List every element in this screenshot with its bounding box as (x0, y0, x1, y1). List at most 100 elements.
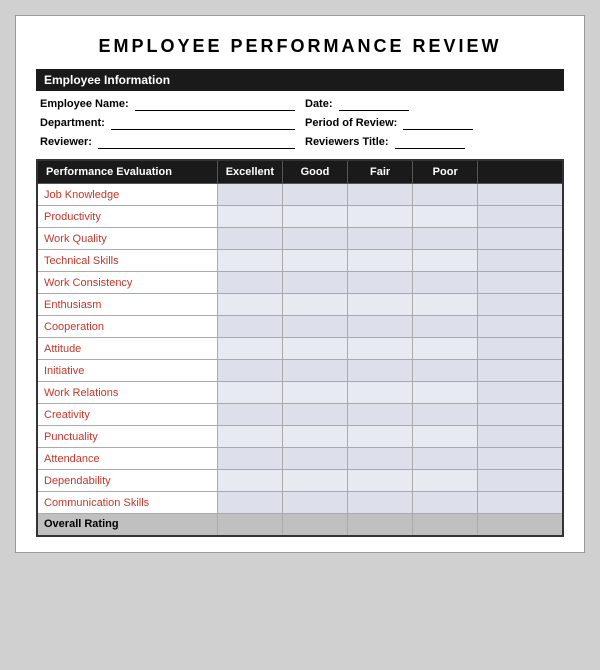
rating-cell[interactable] (348, 492, 413, 514)
reviewers-title-label: Reviewers Title: (305, 136, 389, 148)
overall-label: Overall Rating (37, 514, 217, 536)
rating-cell[interactable] (282, 404, 347, 426)
row-name-cell: Job Knowledge (37, 184, 217, 206)
rating-cell[interactable] (413, 404, 478, 426)
date-row: Date: (305, 97, 560, 111)
page: EMPLOYEE PERFORMANCE REVIEW Employee Inf… (15, 15, 585, 553)
rating-cell[interactable] (348, 448, 413, 470)
rating-cell[interactable] (348, 470, 413, 492)
period-label: Period of Review: (305, 117, 397, 129)
rating-cell[interactable] (282, 360, 347, 382)
extra-cell (478, 404, 563, 426)
row-name-cell: Work Consistency (37, 272, 217, 294)
rating-cell[interactable] (282, 448, 347, 470)
rating-cell[interactable] (282, 206, 347, 228)
extra-cell (478, 206, 563, 228)
reviewers-title-input[interactable] (395, 135, 465, 149)
extra-cell (478, 316, 563, 338)
rating-cell[interactable] (413, 382, 478, 404)
rating-cell[interactable] (217, 184, 282, 206)
overall-rating-cell[interactable] (348, 514, 413, 536)
rating-cell[interactable] (413, 470, 478, 492)
rating-cell[interactable] (282, 492, 347, 514)
table-row: Creativity (37, 404, 563, 426)
employee-name-input[interactable] (135, 97, 295, 111)
rating-cell[interactable] (217, 382, 282, 404)
rating-cell[interactable] (413, 184, 478, 206)
row-name-cell: Work Relations (37, 382, 217, 404)
rating-cell[interactable] (413, 294, 478, 316)
rating-cell[interactable] (217, 404, 282, 426)
rating-cell[interactable] (413, 360, 478, 382)
rating-cell[interactable] (217, 294, 282, 316)
rating-cell[interactable] (348, 382, 413, 404)
period-input[interactable] (403, 116, 473, 130)
rating-cell[interactable] (217, 338, 282, 360)
rating-cell[interactable] (217, 426, 282, 448)
row-name-cell: Attitude (37, 338, 217, 360)
rating-cell[interactable] (348, 360, 413, 382)
overall-extra-cell (478, 514, 563, 536)
rating-cell[interactable] (348, 206, 413, 228)
department-label: Department: (40, 117, 105, 129)
rating-cell[interactable] (217, 360, 282, 382)
rating-cell[interactable] (413, 206, 478, 228)
rating-cell[interactable] (348, 316, 413, 338)
col-header-good: Good (282, 160, 347, 184)
rating-cell[interactable] (413, 338, 478, 360)
reviewer-input[interactable] (98, 135, 295, 149)
date-input[interactable] (339, 97, 409, 111)
rating-cell[interactable] (413, 316, 478, 338)
rating-cell[interactable] (282, 294, 347, 316)
table-row: Technical Skills (37, 250, 563, 272)
rating-cell[interactable] (413, 272, 478, 294)
rating-cell[interactable] (282, 228, 347, 250)
table-row: Work Relations (37, 382, 563, 404)
rating-cell[interactable] (217, 448, 282, 470)
rating-cell[interactable] (282, 184, 347, 206)
rating-cell[interactable] (282, 338, 347, 360)
rating-cell[interactable] (217, 206, 282, 228)
rating-cell[interactable] (348, 228, 413, 250)
col-header-extra (478, 160, 563, 184)
rating-cell[interactable] (348, 338, 413, 360)
overall-rating-cell[interactable] (282, 514, 347, 536)
rating-cell[interactable] (413, 250, 478, 272)
department-input[interactable] (111, 116, 295, 130)
rating-cell[interactable] (413, 426, 478, 448)
rating-cell[interactable] (282, 470, 347, 492)
reviewer-label: Reviewer: (40, 136, 92, 148)
table-row: Communication Skills (37, 492, 563, 514)
rating-cell[interactable] (348, 184, 413, 206)
table-row: Attendance (37, 448, 563, 470)
row-name-cell: Technical Skills (37, 250, 217, 272)
rating-cell[interactable] (348, 404, 413, 426)
rating-cell[interactable] (282, 382, 347, 404)
rating-cell[interactable] (413, 228, 478, 250)
rating-cell[interactable] (282, 316, 347, 338)
overall-rating-cell[interactable] (217, 514, 282, 536)
rating-cell[interactable] (348, 250, 413, 272)
extra-cell (478, 338, 563, 360)
rating-cell[interactable] (348, 272, 413, 294)
table-row: Cooperation (37, 316, 563, 338)
table-row: Productivity (37, 206, 563, 228)
rating-cell[interactable] (217, 470, 282, 492)
rating-cell[interactable] (413, 448, 478, 470)
extra-cell (478, 272, 563, 294)
employee-info-header: Employee Information (36, 69, 564, 91)
rating-cell[interactable] (282, 272, 347, 294)
rating-cell[interactable] (217, 492, 282, 514)
rating-cell[interactable] (217, 228, 282, 250)
reviewer-row: Reviewer: (40, 135, 295, 149)
row-name-cell: Communication Skills (37, 492, 217, 514)
rating-cell[interactable] (348, 294, 413, 316)
rating-cell[interactable] (217, 250, 282, 272)
rating-cell[interactable] (348, 426, 413, 448)
rating-cell[interactable] (282, 250, 347, 272)
rating-cell[interactable] (413, 492, 478, 514)
overall-rating-cell[interactable] (413, 514, 478, 536)
rating-cell[interactable] (217, 272, 282, 294)
rating-cell[interactable] (217, 316, 282, 338)
rating-cell[interactable] (282, 426, 347, 448)
